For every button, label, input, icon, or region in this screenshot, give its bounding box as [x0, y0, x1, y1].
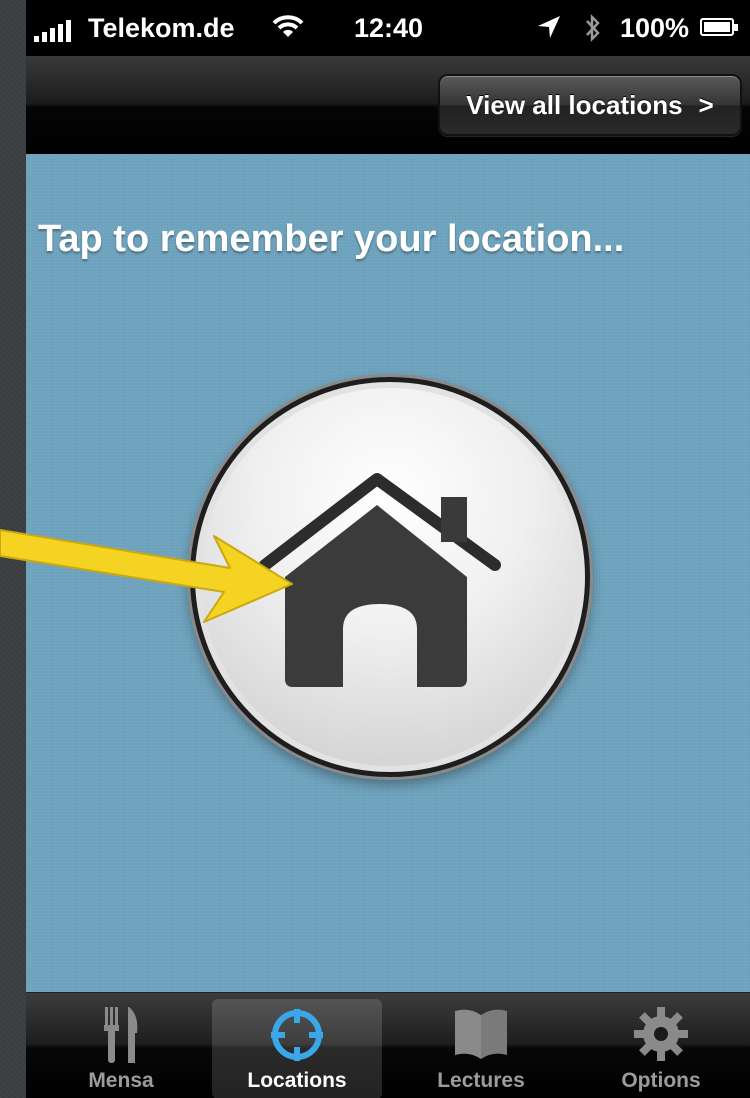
gear-icon	[632, 1005, 690, 1069]
annotation-arrow-icon	[0, 529, 293, 623]
battery-charging-icon	[700, 18, 738, 36]
tab-label-lectures: Lectures	[437, 1069, 525, 1092]
view-all-locations-label: View all locations	[466, 89, 683, 120]
navigation-bar: View all locations >	[26, 56, 750, 155]
book-icon	[451, 1005, 511, 1067]
signal-icon	[34, 20, 71, 42]
bluetooth-icon	[584, 13, 602, 49]
battery-percentage: 100%	[620, 13, 690, 43]
tab-label-options: Options	[621, 1069, 701, 1092]
tab-label-locations: Locations	[247, 1069, 347, 1092]
fork-knife-icon	[99, 1005, 143, 1071]
tab-lectures[interactable]: Lectures	[396, 999, 566, 1098]
wifi-icon	[272, 15, 304, 46]
screenshot-canvas: Telekom.de 12:40 100% View all locations…	[0, 0, 750, 1098]
status-bar: Telekom.de 12:40 100%	[26, 0, 750, 56]
clock: 12:40	[354, 13, 424, 43]
chevron-right-icon: >	[698, 89, 714, 120]
carrier-name: Telekom.de	[88, 13, 235, 43]
tab-label-mensa: Mensa	[88, 1069, 154, 1092]
crosshair-icon	[267, 1005, 327, 1071]
tab-bar: Mensa Locations Lectures Options	[26, 992, 750, 1098]
view-all-locations-button[interactable]: View all locations >	[438, 74, 742, 136]
tab-locations[interactable]: Locations	[212, 999, 382, 1098]
page-title: Tap to remember your location...	[38, 218, 625, 260]
tab-mensa[interactable]: Mensa	[36, 999, 206, 1098]
tab-options[interactable]: Options	[576, 999, 746, 1098]
location-arrow-icon	[536, 14, 562, 47]
